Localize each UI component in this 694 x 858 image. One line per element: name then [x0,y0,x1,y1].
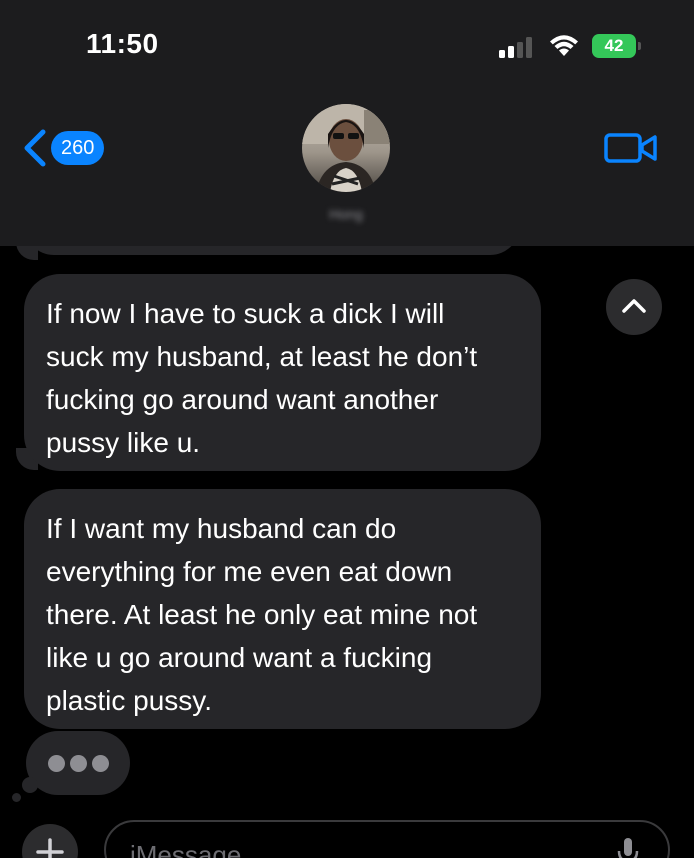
incoming-message-bubble[interactable]: If now I have to suck a dick I will suck… [24,274,541,471]
scroll-up-button[interactable] [606,279,662,335]
imessage-input[interactable]: iMessage [104,820,670,858]
chevron-left-icon[interactable] [22,128,48,168]
typing-dot [48,755,65,772]
cellular-signal-icon [499,36,535,58]
typing-dot [92,755,109,772]
apps-plus-button[interactable] [22,824,78,858]
contact-avatar[interactable] [302,104,390,192]
unread-count-badge[interactable]: 260 [51,131,105,165]
typing-dot [70,755,87,772]
microphone-icon[interactable] [616,836,640,858]
plus-icon [36,838,64,858]
imessage-placeholder: iMessage [130,840,242,858]
typing-indicator [26,731,130,795]
battery-nub [638,42,641,50]
facetime-video-icon[interactable] [604,132,658,164]
contact-name[interactable]: Hong [300,206,392,222]
chevron-up-icon [622,299,646,313]
status-time: 11:50 [86,28,159,59]
messages-screen: 11:50 42 260 Hong If now I have to suck … [0,0,694,858]
message-text: If I want my husband can do everything f… [46,513,478,716]
conversation-header: 11:50 42 260 Hong [0,0,694,246]
typing-indicator-tail [22,777,38,793]
incoming-message-bubble[interactable]: If I want my husband can do everything f… [24,489,541,729]
wifi-icon [550,35,578,56]
message-text: If now I have to suck a dick I will suck… [46,298,478,458]
battery-indicator: 42 [592,34,636,58]
typing-indicator-tail [12,793,21,802]
